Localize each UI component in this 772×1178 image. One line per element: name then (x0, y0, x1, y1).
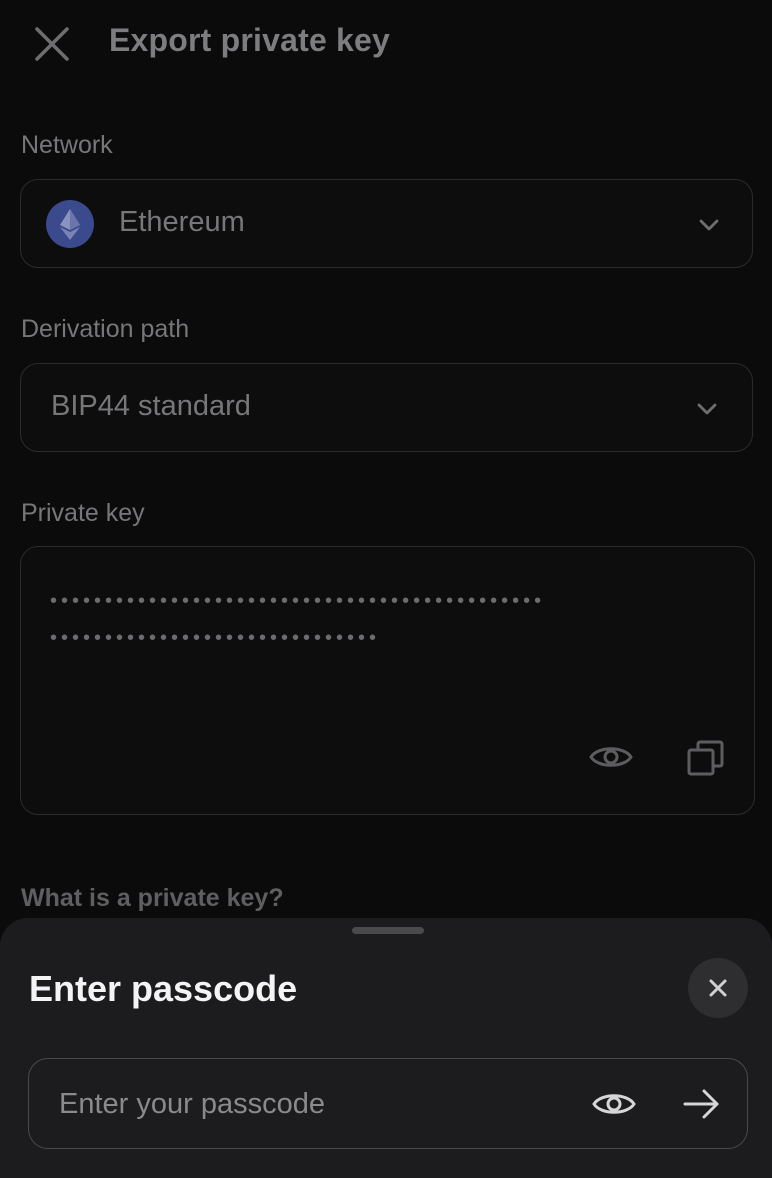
private-key-masked-line: •••••••••••••••••••••••••••••• (50, 631, 730, 641)
copy-icon[interactable] (686, 739, 726, 777)
derivation-path-select[interactable]: BIP44 standard (20, 363, 753, 452)
private-key-field: ••••••••••••••••••••••••••••••••••••••••… (20, 546, 755, 815)
arrow-right-icon[interactable] (682, 1086, 722, 1122)
network-value: Ethereum (119, 206, 245, 238)
ethereum-icon (46, 200, 94, 248)
derivation-path-value: BIP44 standard (51, 390, 251, 422)
passcode-bottom-sheet: Enter passcode (0, 918, 772, 1178)
network-label: Network (21, 131, 113, 159)
passcode-input[interactable] (57, 1079, 561, 1129)
close-icon (709, 979, 727, 997)
header: Export private key (0, 0, 772, 88)
page-title: Export private key (109, 22, 391, 58)
private-key-label: Private key (21, 499, 145, 527)
chevron-down-icon (697, 403, 717, 415)
eye-icon[interactable] (588, 741, 634, 773)
private-key-masked-line: ••••••••••••••••••••••••••••••••••••••••… (50, 594, 730, 604)
sheet-drag-handle[interactable] (352, 927, 424, 934)
chevron-down-icon (699, 219, 719, 231)
network-select[interactable]: Ethereum (20, 179, 753, 268)
sheet-title: Enter passcode (29, 968, 298, 1009)
close-icon[interactable] (28, 22, 76, 66)
eye-icon[interactable] (591, 1088, 637, 1120)
passcode-field (28, 1058, 748, 1149)
sheet-close-button[interactable] (688, 958, 748, 1018)
derivation-path-label: Derivation path (21, 315, 190, 343)
export-private-key-screen: Export private key Network Ethereum Deri… (0, 0, 772, 1178)
what-is-private-key-link[interactable]: What is a private key? (21, 884, 284, 913)
